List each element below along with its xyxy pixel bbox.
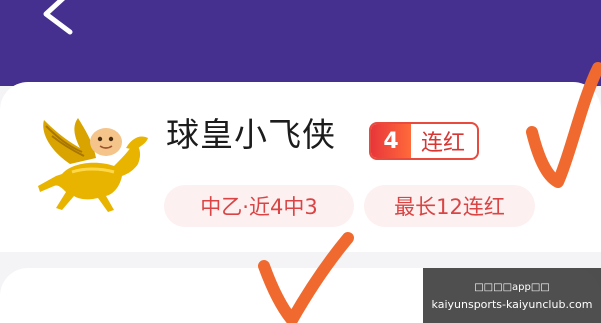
screen: 球皇小飞侠 4 连红 中乙·近4中3 最长12连红 □□□□app□□ kaiy…: [0, 0, 601, 323]
winged-horse-icon: [38, 118, 148, 212]
back-button[interactable]: [36, 0, 86, 38]
checkmark-icon: [526, 62, 601, 188]
watermark-line-2: kaiyunsports-kaiyunclub.com: [431, 297, 593, 311]
streak-count: 4: [371, 124, 411, 158]
chevron-left-icon: [43, 0, 73, 35]
watermark: □□□□app□□ kaiyunsports-kaiyunclub.com: [423, 268, 601, 323]
username[interactable]: 球皇小飞侠: [166, 118, 336, 151]
recent-record-tag: 中乙·近4中3: [164, 185, 354, 227]
watermark-line-1: □□□□app□□: [474, 281, 550, 293]
streak-badge: 4 连红: [369, 122, 480, 160]
checkmark-icon: [258, 232, 354, 323]
longest-streak-tag: 最长12连红: [364, 185, 535, 227]
header-bar: [0, 0, 601, 86]
streak-label: 连红: [421, 131, 466, 156]
avatar[interactable]: [22, 112, 150, 222]
